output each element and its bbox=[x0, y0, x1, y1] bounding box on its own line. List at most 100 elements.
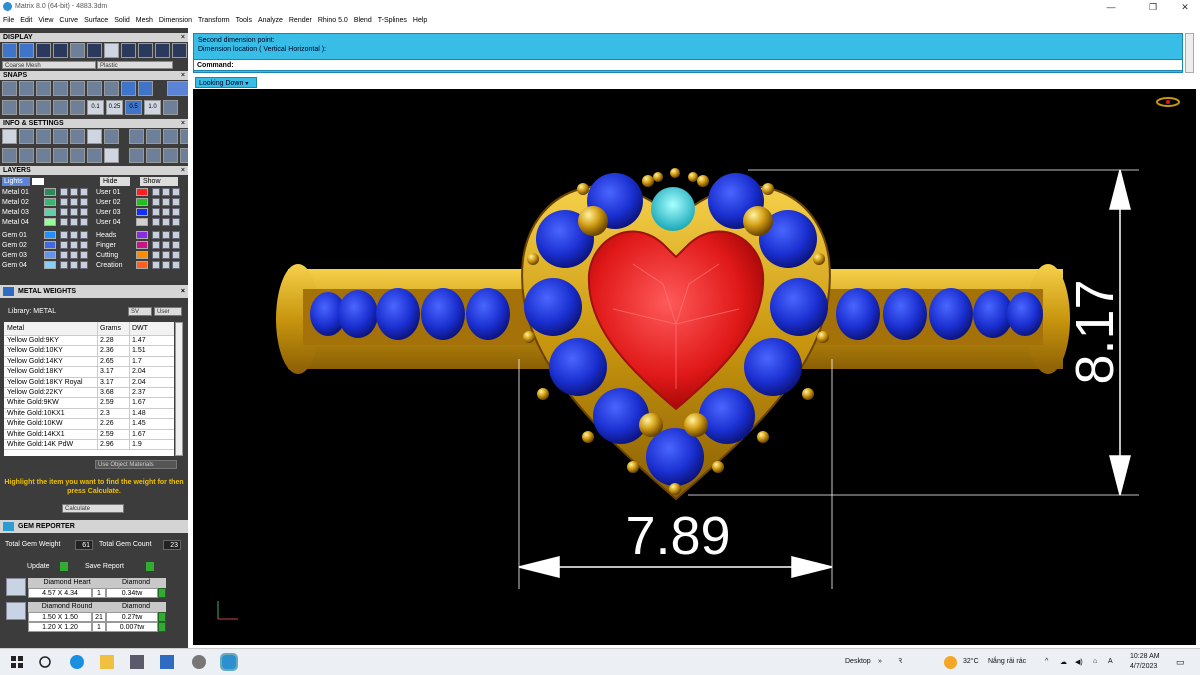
menu-tsplines[interactable]: T-Splines bbox=[375, 14, 410, 28]
menu-surface[interactable]: Surface bbox=[81, 14, 111, 28]
layer-row[interactable]: Gem 01 bbox=[2, 231, 90, 240]
layer-lock-icon[interactable] bbox=[162, 231, 170, 239]
layer-current-icon[interactable] bbox=[172, 231, 180, 239]
command-input[interactable]: Command: bbox=[193, 59, 1183, 71]
layer-color-swatch[interactable] bbox=[136, 188, 148, 196]
layer-color-swatch[interactable] bbox=[136, 218, 148, 226]
layer-current-icon[interactable] bbox=[80, 231, 88, 239]
menu-mesh[interactable]: Mesh bbox=[133, 14, 156, 28]
menu-curve[interactable]: Curve bbox=[56, 14, 81, 28]
snap-tool-4-icon[interactable] bbox=[53, 100, 68, 115]
layer-visible-icon[interactable] bbox=[60, 241, 68, 249]
layer-visible-icon[interactable] bbox=[152, 261, 160, 269]
menu-tools[interactable]: Tools bbox=[233, 14, 255, 28]
layer-lock-icon[interactable] bbox=[162, 251, 170, 259]
snap-tool-5-icon[interactable] bbox=[70, 100, 85, 115]
snap-mid-icon[interactable] bbox=[53, 81, 68, 96]
layer-visible-icon[interactable] bbox=[152, 198, 160, 206]
layer-current-icon[interactable] bbox=[172, 218, 180, 226]
menu-transform[interactable]: Transform bbox=[195, 14, 233, 28]
snaps-header[interactable]: SNAPS × bbox=[0, 71, 188, 80]
layer-color-swatch[interactable] bbox=[136, 241, 148, 249]
save-arrow-icon[interactable] bbox=[146, 562, 154, 571]
mesh-select[interactable]: Coarse Mesh bbox=[2, 61, 96, 69]
layer-color-swatch[interactable] bbox=[44, 261, 56, 269]
metal-table-row[interactable]: White Gold:14K PdW 2.96 1.9 bbox=[4, 439, 174, 451]
layer-lock-icon[interactable] bbox=[70, 208, 78, 216]
layer-row[interactable]: Metal 04 bbox=[2, 218, 90, 227]
filter-icon[interactable] bbox=[70, 148, 85, 163]
layer-current-icon[interactable] bbox=[80, 198, 88, 206]
snap-ortho-icon[interactable] bbox=[138, 81, 153, 96]
layer-row[interactable]: Metal 01 bbox=[2, 188, 90, 197]
hide-button[interactable]: Hide bbox=[100, 177, 130, 186]
layer-lock-icon[interactable] bbox=[70, 231, 78, 239]
layer-visible-icon[interactable] bbox=[152, 188, 160, 196]
col-dwt[interactable]: DWT bbox=[130, 322, 170, 335]
layer-current-icon[interactable] bbox=[172, 251, 180, 259]
shaded-sphere-icon[interactable] bbox=[36, 43, 51, 58]
layer-current-icon[interactable] bbox=[80, 218, 88, 226]
user-button[interactable]: User bbox=[154, 307, 182, 316]
store-icon[interactable] bbox=[130, 655, 144, 669]
screen-icon[interactable] bbox=[19, 148, 34, 163]
lights-toggle[interactable]: Lights bbox=[2, 177, 30, 186]
gem-select-arrow-icon[interactable] bbox=[158, 622, 166, 632]
snap-tool-2-icon[interactable] bbox=[19, 100, 34, 115]
gem-row[interactable]: 1.50 X 1.50 21 0.27tw bbox=[28, 612, 166, 622]
layer-current-icon[interactable] bbox=[80, 208, 88, 216]
snap-grid-toggle-icon[interactable] bbox=[163, 100, 178, 115]
metal-table-row[interactable]: White Gold:14KX1 2.59 1.67 bbox=[4, 429, 174, 440]
calculate-button[interactable]: Calculate bbox=[62, 504, 124, 513]
weather-text[interactable]: Nắng rải rác bbox=[988, 658, 1026, 665]
layer-lock-icon[interactable] bbox=[162, 188, 170, 196]
snap-value-0-5[interactable]: 0.5 bbox=[125, 100, 142, 115]
layer-row[interactable]: User 01 bbox=[96, 188, 184, 197]
layer-visible-icon[interactable] bbox=[60, 198, 68, 206]
metal-weights-header[interactable]: METAL WEIGHTS × bbox=[0, 285, 188, 298]
desktop-label[interactable]: Desktop bbox=[845, 658, 871, 665]
metal-table-row[interactable]: Yellow Gold:18KY 3.17 2.04 bbox=[4, 367, 174, 378]
menu-edit[interactable]: Edit bbox=[17, 14, 35, 28]
minimize-button[interactable]: — bbox=[1096, 0, 1126, 14]
layer-visible-icon[interactable] bbox=[60, 251, 68, 259]
layer-row[interactable]: Cutting bbox=[96, 251, 184, 260]
menu-file[interactable]: File bbox=[0, 14, 17, 28]
layer-row[interactable]: User 04 bbox=[96, 218, 184, 227]
show-button[interactable]: Show bbox=[140, 177, 178, 186]
layer-visible-icon[interactable] bbox=[60, 208, 68, 216]
snap-tool-3-icon[interactable] bbox=[36, 100, 51, 115]
xray-icon[interactable] bbox=[87, 43, 102, 58]
layer-row[interactable]: Metal 02 bbox=[2, 198, 90, 207]
close-button[interactable]: ✕ bbox=[1170, 0, 1200, 14]
layer-current-icon[interactable] bbox=[80, 251, 88, 259]
layer-current-icon[interactable] bbox=[172, 261, 180, 269]
onedrive-icon[interactable]: ☁ bbox=[1060, 658, 1067, 666]
metal-table-row[interactable]: Yellow Gold:18KY Royal 3.17 2.04 bbox=[4, 377, 174, 388]
gem-row[interactable]: 1.20 X 1.20 1 0.007tw bbox=[28, 622, 166, 632]
layer-visible-icon[interactable] bbox=[152, 241, 160, 249]
layer-row[interactable]: Gem 04 bbox=[2, 261, 90, 270]
window-icon[interactable] bbox=[104, 148, 119, 163]
gem-row[interactable]: 4.57 X 4.34 1 0.34tw bbox=[28, 588, 166, 598]
material-1-icon[interactable] bbox=[121, 43, 136, 58]
layer-lock-icon[interactable] bbox=[162, 208, 170, 216]
mail-icon[interactable] bbox=[160, 655, 174, 669]
update-arrow-icon[interactable] bbox=[60, 562, 68, 571]
layer-current-icon[interactable] bbox=[172, 198, 180, 206]
layer-row[interactable]: Heads bbox=[96, 231, 184, 240]
menu-analyze[interactable]: Analyze bbox=[255, 14, 286, 28]
layer-lock-icon[interactable] bbox=[162, 241, 170, 249]
windows-start-icon[interactable] bbox=[10, 655, 24, 669]
snap-center-icon[interactable] bbox=[87, 81, 102, 96]
layer-row[interactable]: Finger bbox=[96, 241, 184, 250]
layer-row[interactable]: Metal 03 bbox=[2, 208, 90, 217]
layer-color-swatch[interactable] bbox=[136, 231, 148, 239]
layer-lock-icon[interactable] bbox=[70, 241, 78, 249]
material-4-icon[interactable] bbox=[172, 43, 187, 58]
metal-table-row[interactable]: Yellow Gold:9KY 2.28 1.47 bbox=[4, 336, 174, 347]
edge-browser-icon[interactable] bbox=[70, 655, 84, 669]
snap-value-1-0[interactable]: 1.0 bbox=[144, 100, 161, 115]
menu-solid[interactable]: Solid bbox=[111, 14, 133, 28]
metal-table-row[interactable]: Yellow Gold:10KY 2.36 1.51 bbox=[4, 346, 174, 357]
